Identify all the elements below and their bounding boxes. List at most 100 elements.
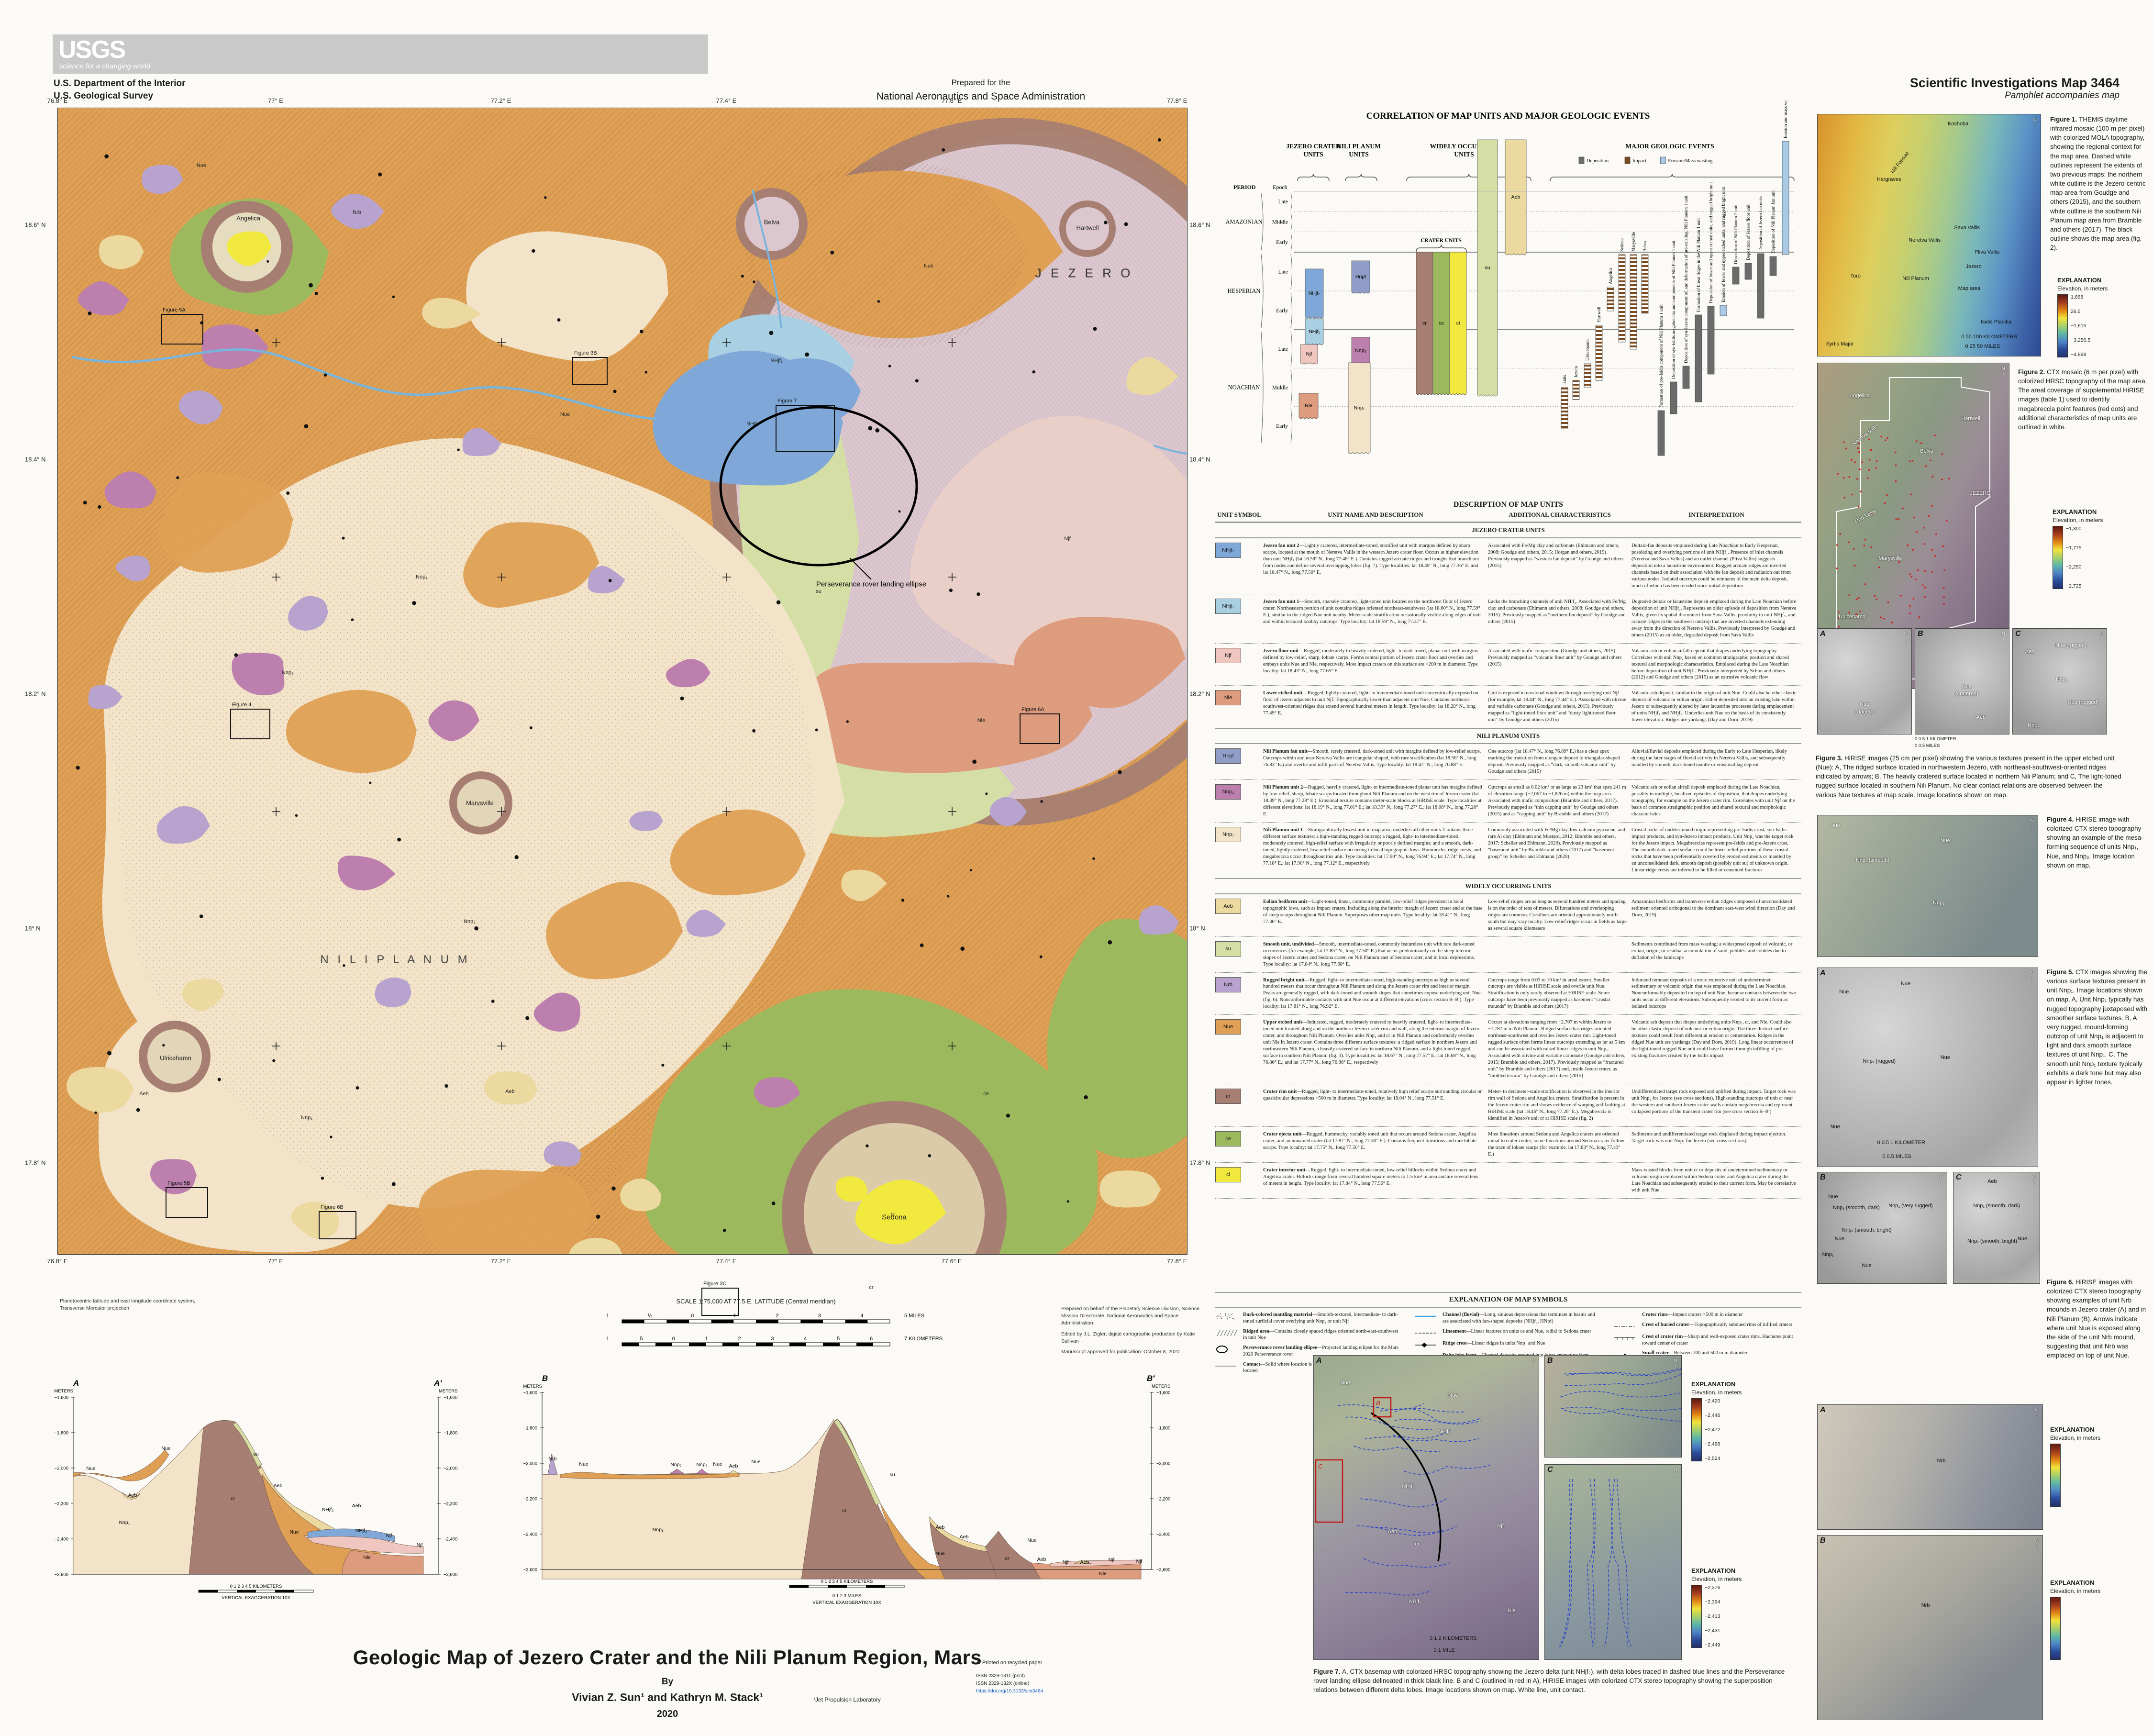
dmu-symbol-cell: cr: [1215, 1084, 1263, 1127]
svg-text:Late: Late: [1278, 269, 1288, 275]
production-credits: Prepared on behalf of the Planetary Scie…: [1061, 1305, 1200, 1356]
svg-text:METERS: METERS: [439, 1389, 458, 1394]
dmu-characteristics-cell: Lacks the branching channels of unit NHj…: [1488, 594, 1631, 644]
dmu-characteristics-cell: [1488, 1163, 1631, 1199]
svg-text:su: su: [1485, 265, 1490, 271]
svg-text:2: 2: [776, 1313, 778, 1319]
svg-text:METERS: METERS: [54, 1389, 73, 1394]
unit-swatch-Hnpf: Hnpf: [1215, 748, 1241, 764]
cross-section-a: AA′METERS−1,600−1,800−2,000−2,200−2,400−…: [45, 1378, 466, 1608]
map-figure-locator[interactable]: Figure 3B: [572, 357, 608, 385]
dmu-description-cell: Crater interior unit—Rugged, light- to i…: [1263, 1163, 1488, 1199]
svg-text:cr: cr: [1422, 321, 1427, 326]
map-figure-locator[interactable]: Figure 5A: [161, 314, 203, 345]
series-title: Scientific Investigations Map 3464: [1910, 76, 2120, 90]
svg-text:Belva: Belva: [1643, 241, 1648, 252]
affiliation-footnote: ¹Jet Propulsion Laboratory: [813, 1696, 881, 1703]
svg-text:CRATER UNITS: CRATER UNITS: [1421, 238, 1462, 244]
doi-link[interactable]: https://doi.org/10.3133/sim3464: [976, 1689, 1043, 1694]
dmu-symbol-cell: ci: [1215, 1163, 1263, 1199]
figure5-panel-c: CN ↑AebNnp₁ (smooth, dark)Nnp₁ (smooth, …: [1953, 1172, 2040, 1284]
unit-swatch-Nue: Nue: [1215, 1019, 1241, 1035]
dmu-interpretation-cell: Volcanic ash or eolian airfall deposit t…: [1631, 644, 1801, 686]
svg-text:C: C: [1318, 1463, 1323, 1470]
dmu-interpretation-cell: Indurated remnant deposits of a more ext…: [1631, 973, 1801, 1015]
figure5-caption: Figure 5. CTX images showing the various…: [2047, 968, 2148, 1087]
figure3-caption: Figure 3. HiRISE images (25 cm per pixel…: [1816, 754, 2122, 800]
map-figure-locator[interactable]: Figure 4: [230, 709, 270, 739]
dmu-description-cell: Rugged bright unit—Rugged, light- to int…: [1263, 973, 1488, 1015]
figure1-elevation-legend: EXPLANATIONElevation, in meters1,66826.5…: [2057, 277, 2108, 357]
map-figure-locator[interactable]: Figure 5B: [166, 1187, 208, 1218]
dmu-interpretation-cell: Deltaic-fan deposits emplaced during Lat…: [1631, 538, 1801, 594]
dmu-description-cell: Crater rim unit—Rugged, light- to interm…: [1263, 1084, 1488, 1127]
series-subtitle: Pamphlet accompanies map: [1910, 90, 2120, 101]
unit-swatch-ci: ci: [1215, 1167, 1241, 1182]
map-figure-locator[interactable]: Figure 6A: [1020, 713, 1060, 744]
figure6-elevation-legend-a: EXPLANATIONElevation, in meters: [2050, 1426, 2100, 1507]
dmu-characteristics-cell: One outcrop (lat 18.47° N., long 76.89° …: [1488, 744, 1631, 780]
usgs-header-bar: USGS science for a changing world: [53, 34, 708, 74]
dmu-characteristics-cell: Outcrops as small as 0.02 km² or as larg…: [1488, 780, 1631, 823]
svg-text:METERS: METERS: [523, 1384, 542, 1389]
recycled-paper-note: ♻ Printed on recycled paper: [976, 1659, 1042, 1666]
lat-label-right: 18.2° N: [1189, 690, 1210, 698]
svg-text:−2,600: −2,600: [1156, 1568, 1170, 1573]
svg-text:2: 2: [738, 1336, 741, 1342]
svg-text:NHjf₂: NHjf₂: [1309, 290, 1321, 296]
svg-text:B: B: [1376, 1400, 1380, 1407]
figure3-panel-c: CN ↑AebNue (rugged)Nnp₁Nue (rugged)Nnp₁: [2012, 628, 2107, 734]
svg-text:−2,000: −2,000: [1156, 1461, 1170, 1467]
figure6-panel-b: BN ↑Nrb: [1817, 1535, 2043, 1720]
lon-label-top: 77.6° E: [942, 97, 962, 104]
svg-text:Nue: Nue: [289, 1529, 299, 1535]
svg-text:Nue: Nue: [161, 1446, 170, 1451]
svg-text:−2,200: −2,200: [523, 1497, 537, 1502]
svg-text:−2,200: −2,200: [1156, 1497, 1170, 1502]
svg-text:A: A: [73, 1379, 79, 1388]
svg-text:.5: .5: [638, 1336, 643, 1342]
credit-line: Manuscript approved for publication: Oct…: [1061, 1348, 1200, 1356]
svg-text:Hartwell: Hartwell: [1597, 306, 1602, 323]
svg-text:Erosion and mass wasting: Erosion and mass wasting: [1784, 100, 1788, 138]
main-geologic-map[interactable]: J E Z E R ON I L I P L A N U MPerseveran…: [57, 108, 1187, 1255]
dmu-col-header: ADDITIONAL CHARACTERISTICS: [1488, 509, 1631, 523]
svg-text:Njf: Njf: [417, 1542, 423, 1548]
symbol-item: Lineament—Linear features on units ce an…: [1415, 1328, 1602, 1337]
map-figure-locator[interactable]: Figure 6B: [319, 1211, 356, 1239]
dashdot-symbol-glyph: [1614, 1322, 1642, 1330]
svg-text:−1,800: −1,800: [1156, 1426, 1170, 1431]
svg-text:3: 3: [771, 1336, 774, 1342]
svg-text:Aeb: Aeb: [274, 1483, 283, 1489]
svg-text:Deposition of Nili Planum 2 un: Deposition of Nili Planum 2 unit: [1733, 204, 1739, 264]
figure6-caption: Figure 6. HiRISE images with colorized C…: [2047, 1278, 2148, 1360]
dmu-description-cell: Upper etched unit—Indurated, rugged, mod…: [1263, 1015, 1488, 1084]
ridge-symbol-glyph: [1415, 1340, 1443, 1349]
svg-text:Nue: Nue: [713, 1461, 722, 1467]
unit-swatch-ce: ce: [1215, 1131, 1241, 1146]
poster: USGS science for a changing world U.S. D…: [0, 0, 2153, 1736]
lon-label-top: 77.4° E: [716, 97, 737, 104]
lon-label-top: 76.8° E: [47, 97, 68, 104]
prepared-for: Prepared for the National Aeronautics an…: [775, 77, 1187, 104]
unit-swatch-Nnp1: Nnp₁: [1215, 827, 1241, 842]
map-figure-locator[interactable]: Figure 7: [776, 405, 835, 452]
svg-text:−2,400: −2,400: [55, 1537, 68, 1542]
map-scale-statement: SCALE 1:75,000 AT 77.5 E. LATITUDE (Cent…: [565, 1298, 947, 1305]
svg-text:Hnpf: Hnpf: [1355, 274, 1366, 280]
svg-text:HESPERIAN: HESPERIAN: [1228, 288, 1261, 294]
svg-text:B′: B′: [1147, 1374, 1155, 1383]
svg-text:Angelica: Angelica: [1609, 267, 1613, 284]
dmu-symbol-cell: Hnpf: [1215, 744, 1263, 780]
cross-section-b: BB′METERS−1,600−1,800−2,000−2,200−2,400−…: [514, 1373, 1179, 1613]
svg-text:0: 0: [691, 1313, 694, 1319]
dmu-characteristics-cell: Associated with mafic composition (Goudg…: [1488, 644, 1631, 686]
map-scale-bars: 1½012345 MILES1.501234567 KILOMETERS: [565, 1309, 947, 1367]
dmu-interpretation-cell: Degraded deltaic or lacustrine deposit e…: [1631, 594, 1801, 644]
dmu-title: DESCRIPTION OF MAP UNITS: [1215, 501, 1801, 509]
svg-text:−1,600: −1,600: [1156, 1391, 1170, 1396]
figure6-panel-a: AN ↑Nrb: [1817, 1404, 2043, 1530]
dmu-interpretation-cell: Mass-wasted blocks from unit cr or depos…: [1631, 1163, 1801, 1199]
dmu-section-header: NILI PLANUM UNITS: [1215, 728, 1801, 744]
svg-text:6: 6: [870, 1336, 873, 1342]
